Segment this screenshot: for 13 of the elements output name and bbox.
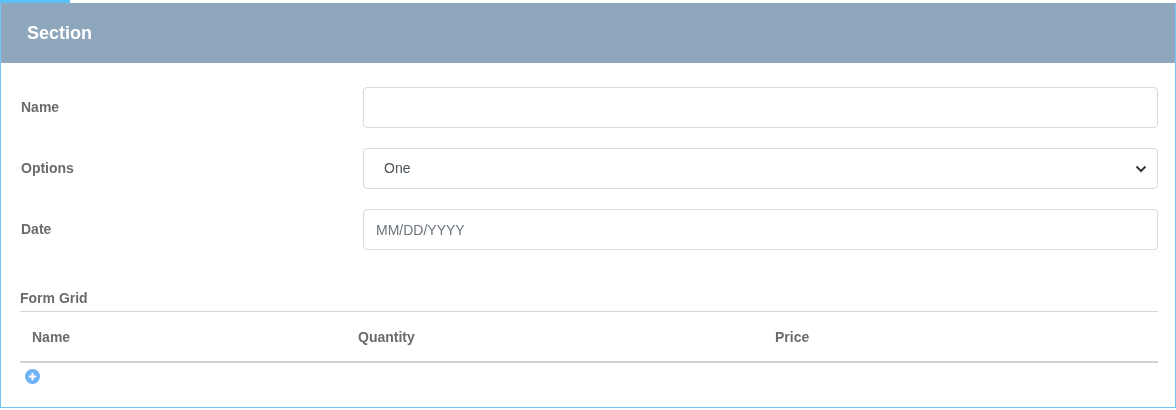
field-label: Name <box>21 98 61 117</box>
column-header: Name <box>32 328 71 345</box>
options-dropdown[interactable]: One <box>363 148 1158 189</box>
column-header: Price <box>775 328 810 345</box>
chevron-down-icon <box>1135 164 1147 173</box>
field-label: Date <box>21 220 53 239</box>
date-field[interactable]: MM/DD/YYYY <box>363 209 1158 250</box>
column-header: Quantity <box>358 328 415 345</box>
add-icon[interactable] <box>25 369 40 384</box>
grid-title: Form Grid <box>20 288 1158 312</box>
section-title: Section <box>27 21 92 45</box>
input-field[interactable] <box>363 87 1158 128</box>
field-label: Options <box>21 159 75 178</box>
